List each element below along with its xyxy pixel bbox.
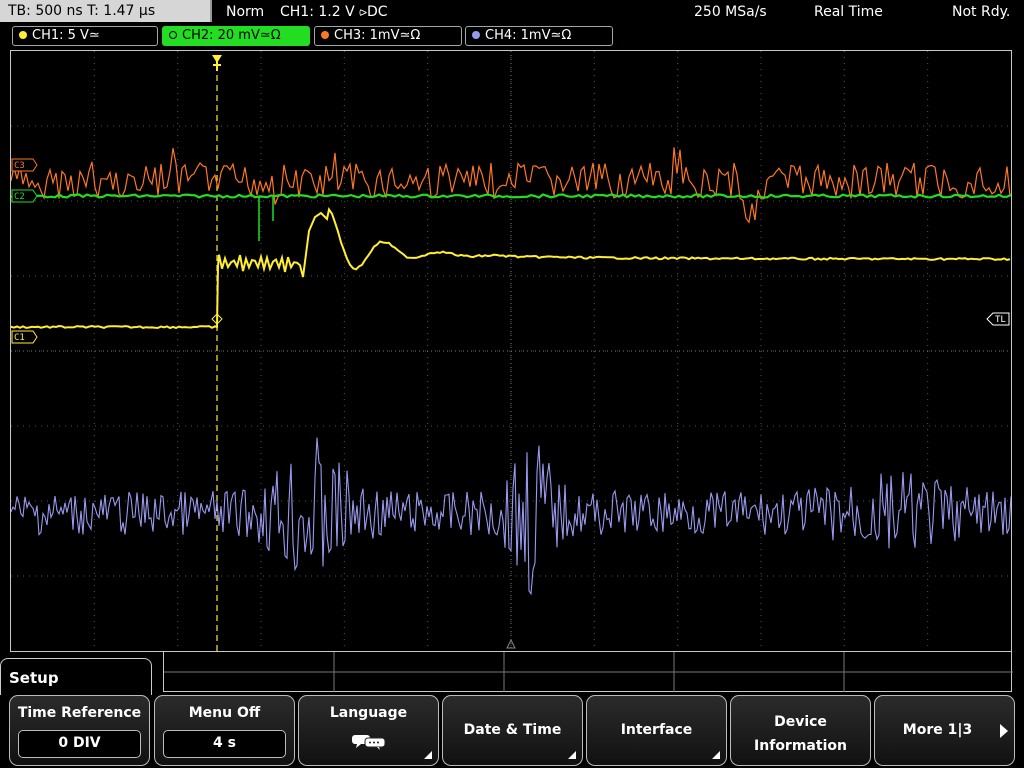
- speech-bubble-icon: [352, 735, 386, 750]
- secondary-grid-canvas: [164, 652, 1013, 692]
- trigger-level-marker: TL: [995, 315, 1006, 325]
- time-reference-label: Time Reference: [17, 705, 142, 721]
- channel-bar: CH1: 5 V≃ CH2: 20 mV≃Ω CH3: 1mV≃Ω CH4: 1…: [0, 26, 1024, 48]
- ch3-dot-icon: [321, 30, 329, 39]
- information-label: Information: [754, 738, 847, 754]
- language-softkey[interactable]: Language: [298, 695, 439, 766]
- arrow-right-icon: [1000, 724, 1008, 738]
- more-softkey[interactable]: More 1|3: [874, 695, 1015, 766]
- device-information-label: Device Information: [731, 710, 870, 758]
- acquisition-state: Not Rdy.: [952, 4, 1011, 20]
- interface-label: Interface: [620, 722, 693, 738]
- submenu-corner-icon: [568, 751, 576, 759]
- ch2-marker: C2: [14, 192, 25, 202]
- waveform-canvas: C3 C2 C1 TL: [11, 51, 1011, 651]
- secondary-grid: [163, 652, 1013, 692]
- trigger-mode[interactable]: Norm: [226, 0, 264, 24]
- status-bar: TB: 500 ns T: 1.47 µs Norm CH1: 1.2 V ⪧D…: [0, 0, 1024, 24]
- menu-off-value: 4 s: [163, 730, 286, 758]
- date-time-softkey[interactable]: Date & Time: [442, 695, 583, 766]
- ch4-label: CH4: 1mV≃Ω: [485, 28, 572, 43]
- date-time-label: Date & Time: [463, 722, 562, 738]
- time-reference-softkey[interactable]: Time Reference 0 DIV: [9, 695, 150, 766]
- ch3-label: CH3: 1mV≃Ω: [334, 28, 421, 43]
- ch1-label: CH1: 5 V≃: [32, 28, 100, 43]
- sample-rate: 250 MSa/s: [694, 4, 767, 20]
- waveform-display[interactable]: C3 C2 C1 TL: [10, 50, 1012, 652]
- channel-tab-ch3[interactable]: CH3: 1mV≃Ω: [314, 26, 462, 46]
- timebase-text: TB: 500 ns T: 1.47 µs: [8, 3, 156, 19]
- interface-softkey[interactable]: Interface: [586, 695, 727, 766]
- timebase-readout[interactable]: TB: 500 ns T: 1.47 µs: [0, 0, 212, 22]
- ch3-marker: C3: [14, 161, 25, 171]
- menu-title: Setup: [0, 658, 152, 698]
- trigger-source[interactable]: CH1: 1.2 V ⪧DC: [280, 0, 388, 24]
- submenu-corner-icon: [712, 751, 720, 759]
- ch2-dot-icon: [169, 30, 177, 39]
- menu-off-label: Menu Off: [188, 705, 261, 721]
- menu-off-softkey[interactable]: Menu Off 4 s: [154, 695, 295, 766]
- submenu-corner-icon: [424, 751, 432, 759]
- more-label: More 1|3: [902, 722, 973, 738]
- ch4-dot-icon: [472, 30, 480, 39]
- ch1-dot-icon: [19, 30, 27, 39]
- softkey-bar: Time Reference 0 DIV Menu Off 4 s Langua…: [0, 695, 1024, 768]
- language-label: Language: [329, 705, 408, 721]
- device-label: Device: [774, 714, 827, 730]
- channel-tab-ch4[interactable]: CH4: 1mV≃Ω: [465, 26, 613, 46]
- ch2-label: CH2: 20 mV≃Ω: [182, 28, 281, 43]
- channel-tab-ch2[interactable]: CH2: 20 mV≃Ω: [162, 26, 310, 46]
- channel-tab-ch1[interactable]: CH1: 5 V≃: [12, 26, 158, 46]
- ch1-marker: C1: [14, 333, 25, 343]
- acquisition-mode: Real Time: [814, 4, 883, 20]
- device-information-softkey[interactable]: Device Information: [730, 695, 871, 766]
- time-reference-value: 0 DIV: [18, 730, 141, 758]
